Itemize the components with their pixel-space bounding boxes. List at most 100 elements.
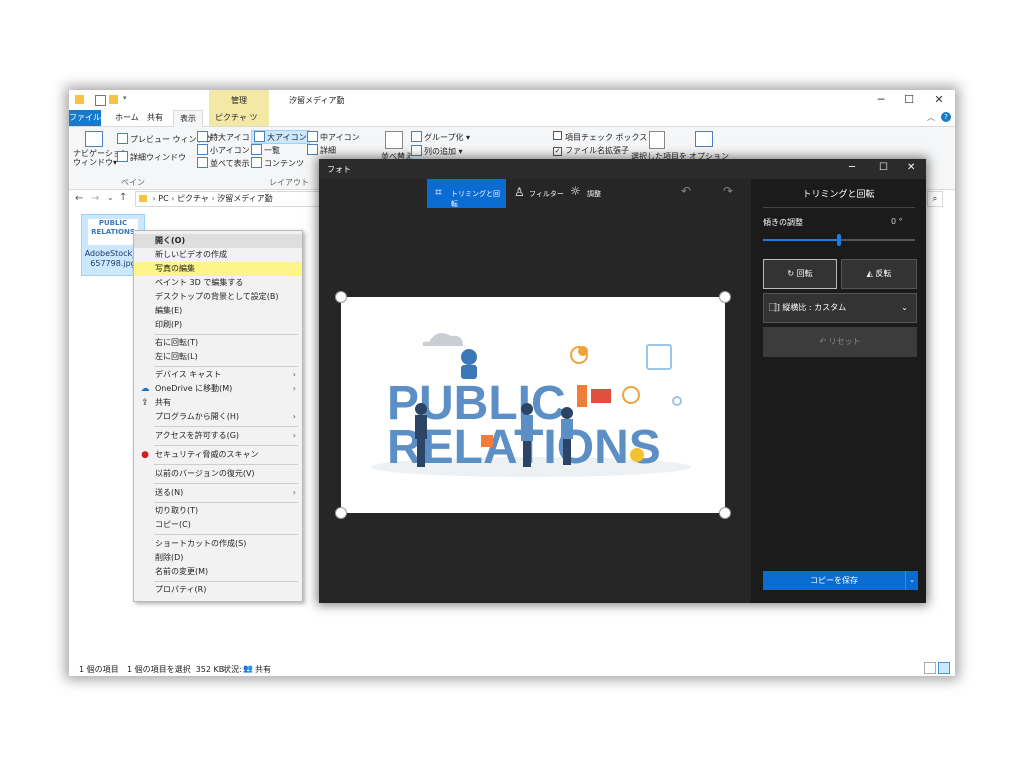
forward-arrow-icon[interactable]: → [91, 193, 99, 204]
layout-content[interactable]: コンテンツ [251, 157, 304, 169]
menu-item-cut[interactable]: 切り取り(T) [134, 504, 302, 518]
menu-item-open-with[interactable]: プログラムから開く(H) › [134, 410, 302, 424]
menu-item-security-scan[interactable]: ● セキュリティ脅威のスキャン [134, 448, 302, 462]
save-options-chevron-icon[interactable]: ⌄ [905, 571, 918, 590]
menu-item-create-shortcut[interactable]: ショートカットの作成(S) [134, 537, 302, 551]
menu-item-send-to[interactable]: 送る(N) › [134, 486, 302, 500]
search-icon[interactable]: ⌕ [927, 191, 943, 207]
up-arrow-icon[interactable]: ↑ [119, 192, 127, 203]
layout-medium-icons[interactable]: 中アイコン [307, 131, 360, 143]
add-columns-button[interactable]: 列の追加 ▾ [411, 145, 463, 157]
file-extension-option[interactable]: ✓ ファイル名拡張子 [553, 145, 629, 156]
filter-tab[interactable]: フィルター [529, 189, 564, 199]
menu-item-cast[interactable]: デバイス キャスト › [134, 368, 302, 382]
layout-small-icons[interactable]: 小アイコン [197, 144, 250, 156]
redo-icon[interactable]: ↷ [723, 184, 733, 198]
tab-file[interactable]: ファイル [69, 110, 101, 126]
reset-icon: ↶ [819, 337, 829, 346]
photos-maximize-button[interactable]: ☐ [879, 162, 888, 173]
menu-item-label: ショートカットの作成(S) [155, 539, 247, 548]
menu-item-give-access[interactable]: アクセスを許可する(G) › [134, 429, 302, 443]
properties-icon[interactable] [95, 95, 106, 106]
layout-large-icons[interactable]: 大アイコン [251, 130, 310, 144]
menu-item-print[interactable]: 印刷(P) [134, 318, 302, 332]
file-extension-checkbox[interactable]: ✓ [553, 147, 562, 156]
crop-handle-top-right[interactable] [719, 291, 731, 303]
layout-list[interactable]: 一覧 [251, 144, 280, 156]
panel-divider [763, 207, 915, 208]
rotate-button[interactable]: ↻ 回転 [763, 259, 837, 289]
tab-picture-tools[interactable]: ピクチャ ツール [209, 110, 269, 138]
menu-item-edit-photo[interactable]: 写真の編集 [134, 262, 302, 276]
small-icons-icon [197, 144, 208, 155]
menu-item-edit[interactable]: 編集(E) [134, 304, 302, 318]
minimize-button[interactable]: ─ [869, 93, 893, 107]
photos-minimize-button[interactable]: ─ [849, 162, 855, 173]
close-button[interactable]: ✕ [927, 93, 951, 107]
menu-item-restore-previous[interactable]: 以前のバージョンの復元(V) [134, 467, 302, 481]
menu-item-rotate-left[interactable]: 左に回転(L) [134, 350, 302, 364]
photos-close-button[interactable]: ✕ [907, 162, 915, 173]
menu-item-open[interactable]: 開く(O) [134, 234, 302, 248]
layout-xl-icons[interactable]: 特大アイコン [197, 131, 258, 143]
menu-item-rename[interactable]: 名前の変更(M) [134, 565, 302, 579]
large-icons-label: 大アイコン [267, 133, 307, 142]
crop-handle-bottom-left[interactable] [335, 507, 347, 519]
list-icon [251, 144, 262, 155]
menu-item-copy[interactable]: コピー(C) [134, 518, 302, 532]
menu-item-label: 右に回転(T) [155, 338, 199, 347]
crop-rotate-tab[interactable]: ⌗ トリミングと回転 [427, 179, 506, 208]
save-copy-button[interactable]: コピーを保存 [763, 571, 905, 590]
menu-item-label: 写真の編集 [155, 264, 195, 273]
menu-item-onedrive[interactable]: ☁ OneDrive に移動(M) › [134, 382, 302, 396]
tab-view[interactable]: 表示 [173, 110, 203, 127]
details-view-toggle-icon[interactable] [924, 662, 936, 674]
undo-icon[interactable]: ↶ [681, 184, 691, 198]
ribbon-collapse-icon[interactable]: ︿ [927, 112, 935, 123]
options-icon [695, 131, 713, 147]
help-icon[interactable]: ? [941, 112, 951, 122]
flip-button[interactable]: ◭ 反転 [841, 259, 917, 289]
reset-button[interactable]: ↶ リセット [763, 327, 917, 357]
new-folder-icon[interactable] [109, 95, 118, 104]
tab-home[interactable]: ホーム [109, 110, 145, 126]
breadcrumb-pictures[interactable]: ピクチャ [177, 194, 209, 203]
menu-item-rotate-right[interactable]: 右に回転(T) [134, 336, 302, 350]
menu-item-label: コピー(C) [155, 520, 191, 529]
menu-separator [154, 334, 298, 335]
quick-access-dropdown-icon[interactable]: ▾ [123, 94, 127, 102]
tilt-slider-track[interactable] [763, 234, 915, 246]
large-icons-view-toggle-icon[interactable] [938, 662, 950, 674]
menu-item-set-background[interactable]: デスクトップの背景として設定(B) [134, 290, 302, 304]
layout-details[interactable]: 詳細 [307, 144, 336, 156]
small-icons-label: 小アイコン [210, 146, 250, 155]
crop-handle-bottom-right[interactable] [719, 507, 731, 519]
tiles-icon [197, 157, 208, 168]
breadcrumb-folder[interactable]: 汐留メディア勤 [217, 194, 272, 203]
group-by-button[interactable]: グループ化 ▾ [411, 131, 470, 143]
menu-separator [154, 426, 298, 427]
tilt-slider-thumb[interactable] [837, 234, 841, 246]
item-checkbox[interactable] [553, 131, 562, 140]
menu-item-label: 削除(D) [155, 553, 184, 562]
item-checkbox-option[interactable]: 項目チェック ボックス [553, 131, 647, 143]
menu-item-new-video[interactable]: 新しいビデオの作成 [134, 248, 302, 262]
menu-item-paint3d[interactable]: ペイント 3D で編集する [134, 276, 302, 290]
menu-item-delete[interactable]: 削除(D) [134, 551, 302, 565]
file-thumbnail: PUBLIC RELATIONS [88, 219, 138, 245]
explorer-titlebar: ▾ 管理 汐留メディア勤 ─ ☐ ✕ [69, 90, 955, 110]
menu-item-properties[interactable]: プロパティ(R) [134, 583, 302, 597]
menu-item-share[interactable]: ⇪ 共有 [134, 396, 302, 410]
adjust-tab[interactable]: 調整 [587, 189, 601, 199]
layout-tiles[interactable]: 並べて表示 [197, 157, 250, 169]
tab-share[interactable]: 共有 [141, 110, 169, 126]
back-arrow-icon[interactable]: ← [75, 193, 83, 204]
breadcrumb-pc[interactable]: PC [158, 194, 168, 203]
address-box[interactable]: › PC › ピクチャ › 汐留メディア勤 [135, 191, 327, 207]
details-pane-button[interactable]: 詳細ウィンドウ [117, 151, 186, 163]
maximize-button[interactable]: ☐ [897, 93, 921, 107]
aspect-ratio-dropdown[interactable]: [⃞] 縦横比 : カスタム ⌄ [763, 293, 917, 323]
crop-handle-top-left[interactable] [335, 291, 347, 303]
recent-dropdown-icon[interactable]: ⌄ [107, 193, 114, 202]
contextual-tab-manage[interactable]: 管理 [209, 90, 269, 110]
